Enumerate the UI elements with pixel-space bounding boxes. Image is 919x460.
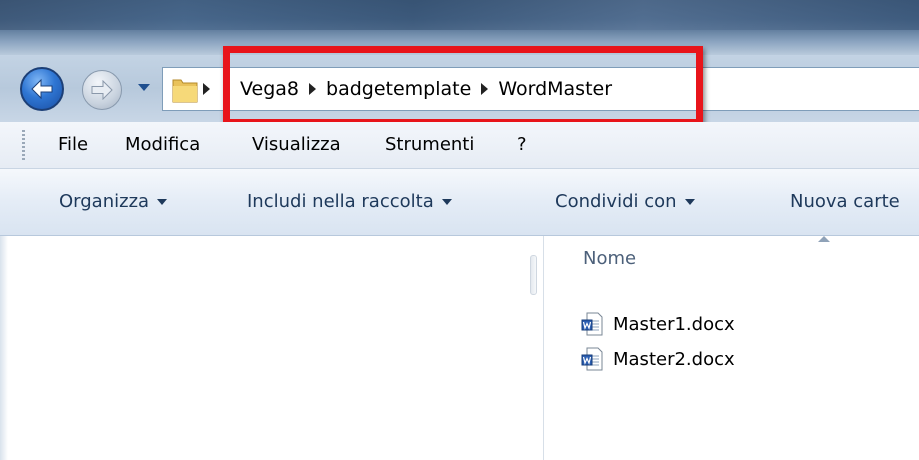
chevron-down-icon bbox=[441, 199, 452, 205]
window-left-edge bbox=[0, 236, 8, 460]
file-item[interactable]: Master1.docx bbox=[581, 309, 735, 339]
back-button[interactable] bbox=[20, 67, 64, 111]
include-in-library-button[interactable]: Includi nella raccolta bbox=[247, 169, 452, 235]
pane-splitter[interactable] bbox=[530, 255, 537, 295]
new-folder-label: Nuova carte bbox=[790, 191, 900, 212]
menu-file[interactable]: File bbox=[58, 122, 88, 168]
chevron-down-icon bbox=[157, 199, 168, 205]
chevron-down-icon bbox=[684, 199, 695, 205]
new-folder-button[interactable]: Nuova carte bbox=[790, 169, 900, 235]
file-item[interactable]: Master2.docx bbox=[581, 344, 735, 374]
include-label: Includi nella raccolta bbox=[247, 191, 434, 212]
menu-help[interactable]: ? bbox=[517, 122, 527, 168]
forward-arrow-icon bbox=[91, 80, 113, 100]
word-document-icon bbox=[581, 312, 603, 336]
toolbar-grip bbox=[22, 130, 25, 160]
organize-button[interactable]: Organizza bbox=[59, 169, 168, 235]
menu-visualizza[interactable]: Visualizza bbox=[252, 122, 341, 168]
organize-label: Organizza bbox=[59, 191, 150, 212]
recent-pages-dropdown-icon[interactable] bbox=[137, 83, 151, 93]
share-with-button[interactable]: Condividi con bbox=[555, 169, 695, 235]
menu-modifica[interactable]: Modifica bbox=[125, 122, 200, 168]
share-label: Condividi con bbox=[555, 191, 677, 212]
column-header-name[interactable]: Nome bbox=[583, 248, 636, 269]
breadcrumb-separator-icon[interactable] bbox=[203, 83, 210, 95]
file-name: Master1.docx bbox=[613, 313, 735, 335]
word-document-icon bbox=[581, 347, 603, 371]
navigation-pane[interactable] bbox=[0, 236, 544, 460]
menu-strumenti[interactable]: Strumenti bbox=[385, 122, 474, 168]
highlight-annotation-box bbox=[223, 46, 703, 126]
sort-ascending-icon bbox=[818, 236, 830, 242]
forward-button[interactable] bbox=[82, 70, 122, 110]
back-arrow-icon bbox=[31, 78, 53, 100]
folder-icon bbox=[172, 79, 198, 103]
file-name: Master2.docx bbox=[613, 348, 735, 370]
